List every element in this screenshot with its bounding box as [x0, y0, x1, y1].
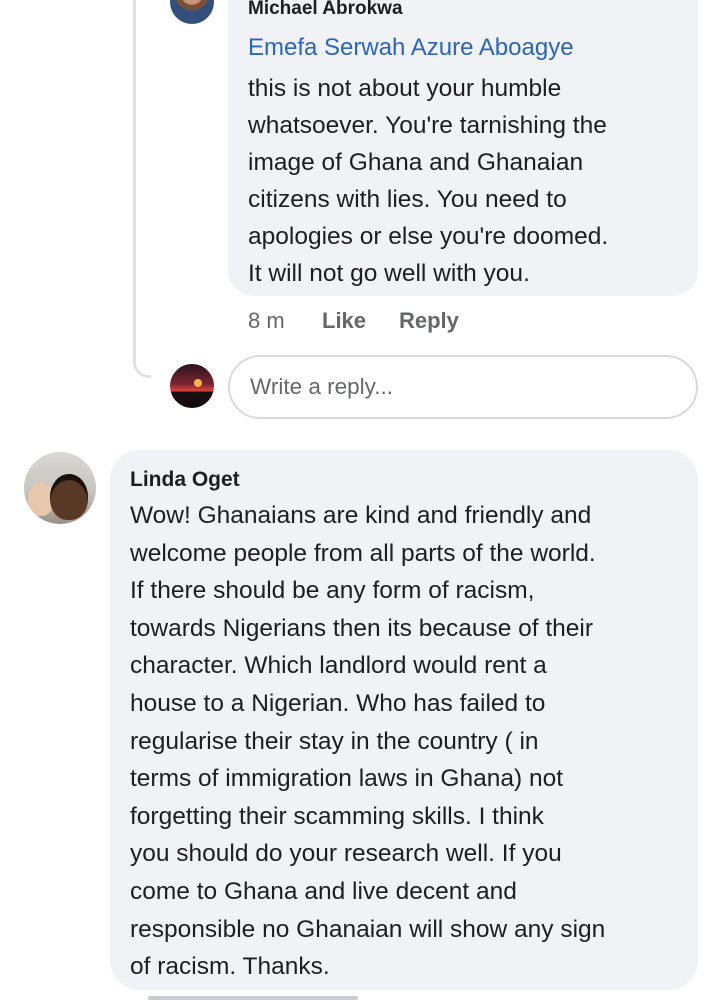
- reply-author-avatar[interactable]: [170, 0, 214, 24]
- reply-author-name[interactable]: Michael Abrokwa: [248, 0, 403, 20]
- comment-text: Wow! Ghanaians are kind and friendly and…: [130, 502, 606, 981]
- reply-button[interactable]: Reply: [399, 308, 459, 334]
- comment-author-name[interactable]: Linda Oget: [130, 468, 240, 492]
- comment-author-avatar[interactable]: [24, 452, 96, 524]
- comment-timestamp[interactable]: 8 m: [248, 308, 285, 334]
- mentioned-user-link[interactable]: Emefa Serwah Azure Aboagye: [248, 34, 574, 62]
- write-reply-input[interactable]: [228, 355, 698, 419]
- comment-bubble: Linda Oget Wow! Ghanaians are kind and f…: [110, 450, 698, 990]
- next-comment-partial: [148, 996, 358, 1000]
- reply-comment-text: this is not about your humble whatsoever…: [248, 75, 609, 287]
- reply-thread-line: [133, 0, 151, 378]
- current-user-avatar: [170, 364, 214, 408]
- like-button[interactable]: Like: [322, 308, 366, 334]
- reply-comment-bubble: Michael Abrokwa Emefa Serwah Azure Aboag…: [228, 0, 698, 296]
